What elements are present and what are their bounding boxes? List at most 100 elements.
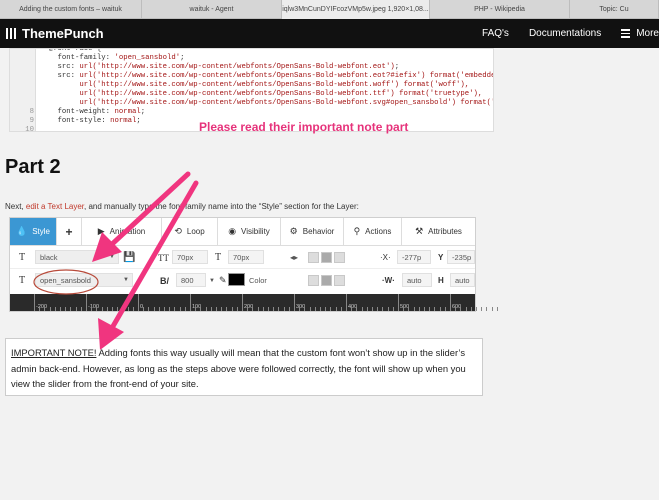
eye-icon: ◉ bbox=[228, 226, 237, 236]
ruler-tick bbox=[236, 307, 238, 311]
edit-text-layer-link[interactable]: edit a Text Layer bbox=[26, 202, 84, 211]
code-token: url('http://www.site.com/wp-content/webf… bbox=[40, 81, 400, 89]
tab-loop[interactable]: ⟲ Loop bbox=[162, 218, 218, 245]
ruler-tick bbox=[309, 307, 311, 311]
code-token: font-style: bbox=[40, 117, 111, 125]
valign-top-button[interactable] bbox=[308, 275, 319, 286]
code-text: url('http://www.site.com/wp-content/webf… bbox=[40, 99, 493, 108]
tab-actions[interactable]: ⚲ Actions bbox=[344, 218, 402, 245]
font-row: T open_sansbold ▼ B/ 800 ▼ ✎ Color ·W· au… bbox=[10, 270, 475, 292]
browser-tab[interactable]: iqlw3MnCunDYIFcozVMp5w.jpeg 1,920×1,08..… bbox=[282, 0, 430, 19]
tab-visibility[interactable]: ◉ Visibility bbox=[218, 218, 281, 245]
ruler-tick bbox=[481, 307, 483, 311]
ruler-tick bbox=[346, 294, 347, 311]
style-select[interactable]: black ▼ bbox=[35, 250, 119, 264]
line-height-input[interactable]: 70px bbox=[228, 250, 264, 264]
height-input[interactable]: auto bbox=[450, 273, 475, 287]
ruler-tick bbox=[138, 294, 139, 311]
ruler-tick bbox=[174, 307, 176, 311]
site-header: ThemePunch FAQ's Documentations More bbox=[0, 19, 659, 48]
tab-label: Visibility bbox=[241, 227, 270, 236]
valign-bottom-button[interactable] bbox=[334, 275, 345, 286]
ruler-tick bbox=[366, 307, 368, 311]
browser-tab[interactable]: waituk - Agent bbox=[142, 0, 282, 19]
ruler-tick bbox=[408, 307, 410, 311]
code-text: font-style: normal; bbox=[40, 117, 141, 126]
editor-tabs: 💧 Style + ▶ Animation ⟲ Loop ◉ Visibility ⚙ B… bbox=[10, 218, 475, 246]
ruler-tick bbox=[320, 307, 321, 311]
ruler-tick bbox=[262, 307, 264, 311]
align-left-button[interactable] bbox=[308, 252, 319, 263]
ruler-tick bbox=[418, 307, 420, 311]
valign-middle-button[interactable] bbox=[321, 275, 332, 286]
line-number: 8 bbox=[29, 108, 34, 116]
line-height-icon: T bbox=[215, 252, 222, 263]
timeline-ruler[interactable]: -200 -100 0 100 200 300 400 500 600 bbox=[10, 294, 498, 311]
ruler-tick bbox=[304, 307, 306, 311]
site-logo[interactable]: ThemePunch bbox=[6, 26, 104, 41]
logo-text: ThemePunch bbox=[22, 26, 104, 41]
code-text: url('http://www.site.com/wp-content/webf… bbox=[40, 90, 482, 99]
style-select-value: black bbox=[40, 252, 58, 262]
code-token: ; bbox=[136, 117, 141, 125]
section-heading: Part 2 bbox=[5, 156, 61, 178]
chevron-down-icon[interactable]: ▼ bbox=[209, 273, 215, 288]
ruler-tick bbox=[325, 307, 327, 311]
tab-add[interactable]: + bbox=[57, 218, 82, 245]
tab-label: Actions bbox=[365, 227, 392, 236]
browser-tab[interactable]: Topic: Cu bbox=[570, 0, 659, 19]
ruler-tick bbox=[460, 307, 462, 311]
browser-tab[interactable]: PHP - Wikipedia bbox=[430, 0, 570, 19]
paint-icon: ✎ bbox=[219, 275, 227, 285]
tab-attributes[interactable]: ⚒ Attributes bbox=[402, 218, 475, 245]
tab-style[interactable]: 💧 Style bbox=[10, 218, 57, 245]
ruler-tick bbox=[372, 307, 373, 311]
code-token: url('http://www.site.com/wp-content/webf… bbox=[40, 99, 456, 107]
style-row: T black ▼ 💾 TT 70px T 70px ◂▸ ·X· -277p Y… bbox=[10, 247, 475, 269]
para-text: Next, bbox=[5, 202, 26, 211]
browser-tab[interactable]: Adding the custom fonts – waituk bbox=[0, 0, 142, 19]
ruler-tick bbox=[117, 307, 119, 311]
ruler-tick bbox=[299, 307, 301, 311]
ruler-tick bbox=[356, 307, 358, 311]
code-token: ; bbox=[140, 108, 146, 116]
ruler-tick bbox=[288, 307, 290, 311]
ruler-tick bbox=[158, 307, 160, 311]
width-input[interactable]: auto bbox=[402, 273, 432, 287]
tab-label: Attributes bbox=[428, 227, 462, 236]
important-note-box: IMPORTANT NOTE! Adding fonts this way us… bbox=[5, 338, 483, 396]
code-text: font-family: 'open_sansbold'; bbox=[40, 54, 185, 63]
align-right-button[interactable] bbox=[334, 252, 345, 263]
y-position-input[interactable]: -235p bbox=[447, 250, 475, 264]
ruler-tick bbox=[184, 307, 186, 311]
align-center-button[interactable] bbox=[321, 252, 332, 263]
nav-documentations[interactable]: Documentations bbox=[529, 28, 601, 39]
droplet-icon: 💧 bbox=[15, 226, 28, 236]
font-family-input[interactable]: open_sansbold ▼ bbox=[35, 273, 133, 287]
ruler-tick bbox=[112, 307, 113, 311]
font-size-input[interactable]: 70px bbox=[172, 250, 208, 264]
code-token: normal bbox=[114, 108, 141, 116]
ruler-tick bbox=[444, 307, 446, 311]
font-weight-input[interactable]: 800 bbox=[176, 273, 206, 287]
save-icon[interactable]: 💾 bbox=[123, 250, 135, 265]
nav-faqs[interactable]: FAQ's bbox=[482, 28, 509, 39]
code-token: src: bbox=[40, 72, 80, 80]
code-token: 'open_sansbold' bbox=[114, 54, 181, 62]
ruler-tick bbox=[340, 307, 342, 311]
color-swatch[interactable] bbox=[228, 273, 245, 286]
loop-icon: ⟲ bbox=[174, 226, 182, 236]
ruler-tick bbox=[314, 307, 316, 311]
ruler-tick bbox=[439, 307, 441, 311]
tab-animation[interactable]: ▶ Animation bbox=[82, 218, 162, 245]
code-line: url('http://www.site.com/wp-content/webf… bbox=[10, 99, 493, 108]
ruler-tick bbox=[434, 307, 436, 311]
annotation-text: Please read their important note part bbox=[199, 120, 409, 134]
tab-behavior[interactable]: ⚙ Behavior bbox=[281, 218, 344, 245]
ruler-tick bbox=[96, 307, 98, 311]
code-line: 8 font-weight: normal; bbox=[10, 108, 493, 117]
x-position-input[interactable]: -277p bbox=[397, 250, 431, 264]
ruler-tick bbox=[294, 294, 295, 311]
nav-more[interactable]: More bbox=[621, 27, 659, 40]
code-text: src: url('http://www.site.com/wp-content… bbox=[40, 72, 494, 81]
